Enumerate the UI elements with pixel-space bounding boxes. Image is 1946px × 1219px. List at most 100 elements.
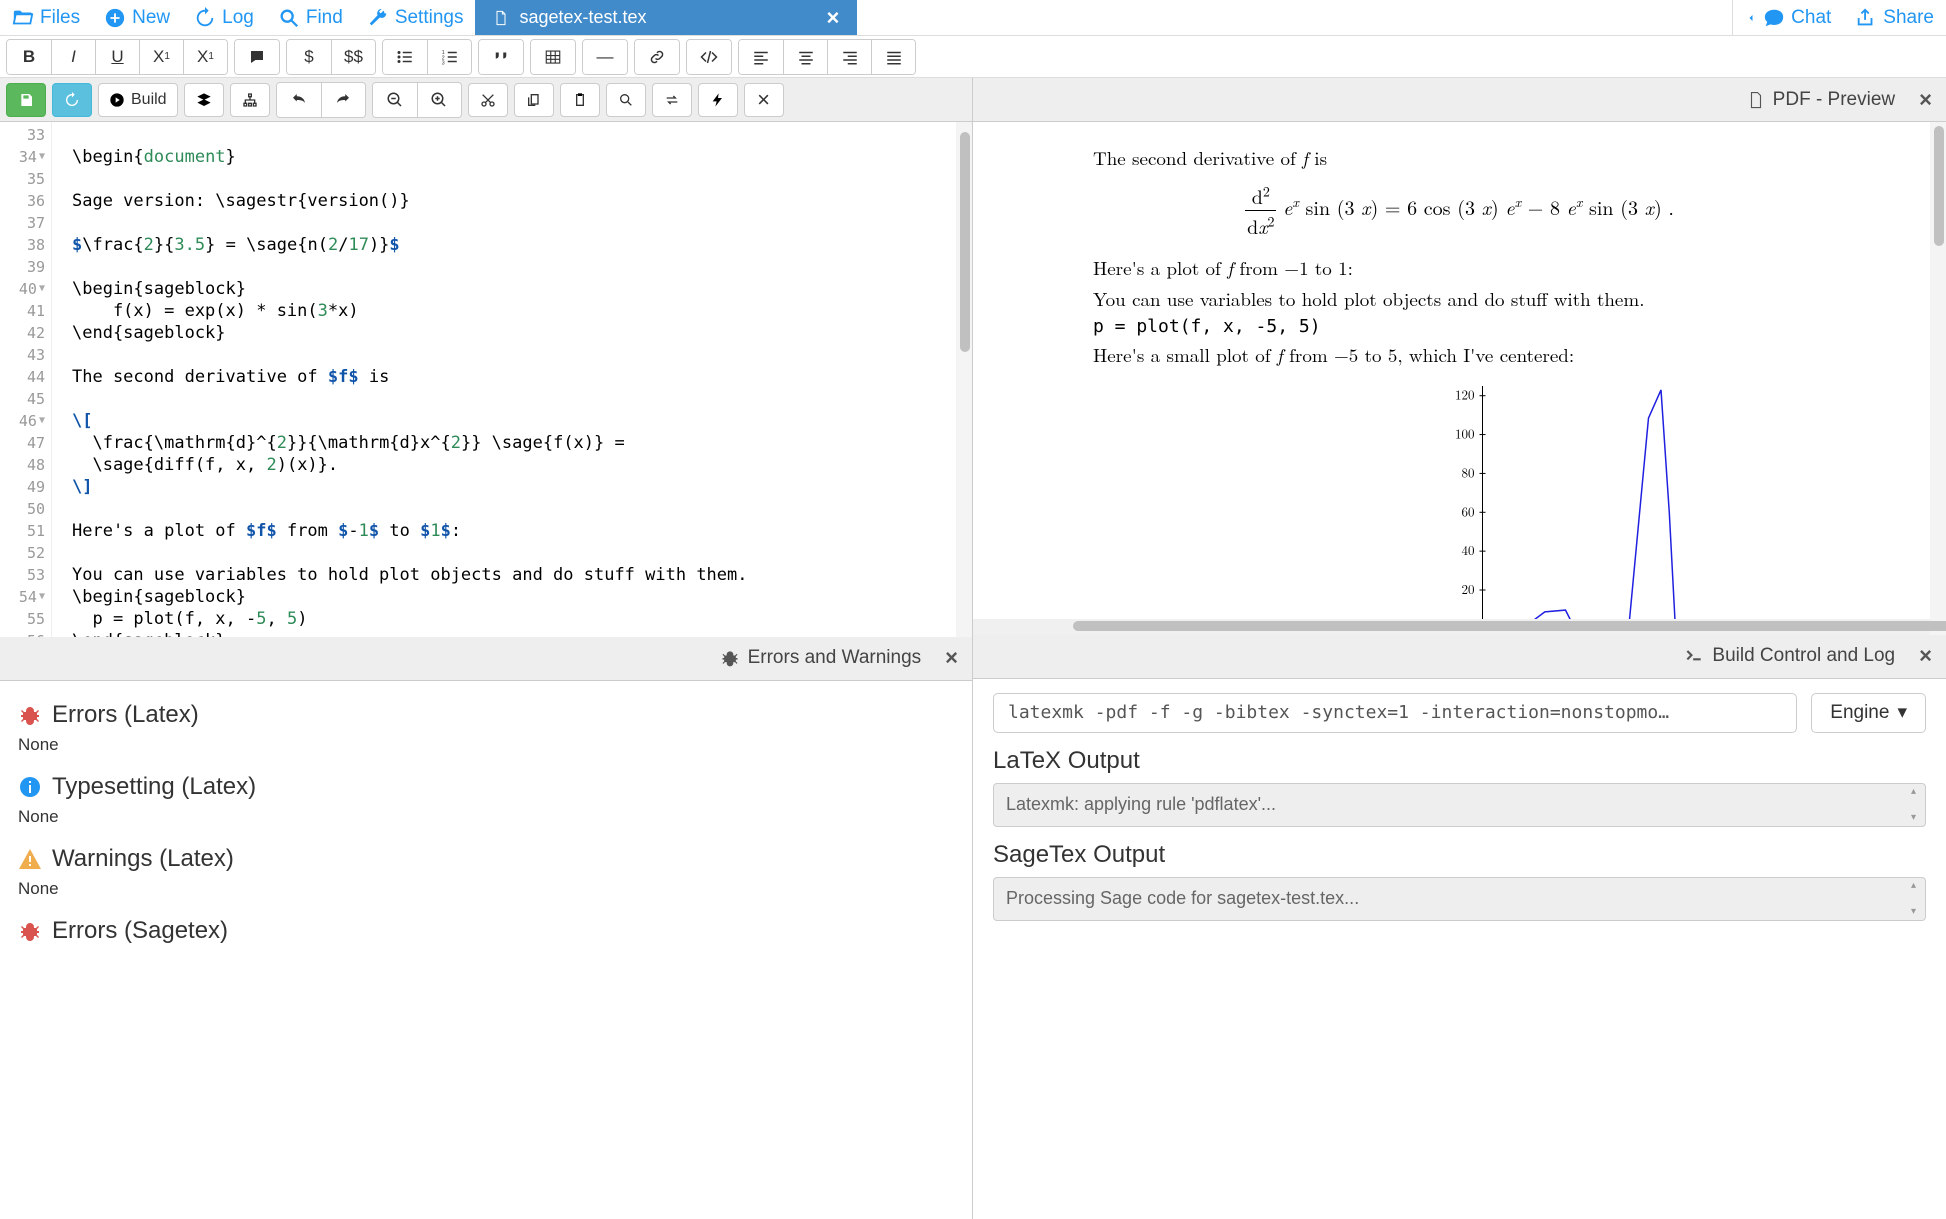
log-link[interactable]: Log	[182, 0, 266, 35]
terminal-icon	[1684, 646, 1704, 666]
save-button[interactable]	[6, 83, 46, 117]
code-button[interactable]	[687, 40, 731, 74]
preview-title: PDF - Preview	[1773, 89, 1895, 111]
files-link[interactable]: Files	[0, 0, 92, 35]
display-math-button[interactable]: $$	[331, 40, 375, 74]
undo-button[interactable]	[277, 83, 321, 117]
sync-button[interactable]	[652, 83, 692, 117]
subscript-button[interactable]: X1	[139, 40, 183, 74]
preview-text: You can use variables to hold plot objec…	[1093, 285, 1826, 312]
tab-filename: sagetex-test.tex	[519, 7, 646, 28]
align-justify-button[interactable]	[871, 40, 915, 74]
ordered-list-button[interactable]: 123	[427, 40, 471, 74]
list-ol-icon: 123	[441, 48, 459, 66]
preview-vscrollbar[interactable]	[1930, 122, 1946, 635]
superscript-button[interactable]: X1	[183, 40, 227, 74]
engine-dropdown[interactable]: Engine▾	[1811, 693, 1926, 733]
build-button[interactable]: Build	[98, 83, 178, 117]
preview-text: from −5 to 5, which I've centered:	[1283, 341, 1574, 368]
zoom-out-button[interactable]	[373, 83, 417, 117]
inline-math-button[interactable]: $	[287, 40, 331, 74]
exchange-icon	[664, 92, 680, 108]
errors-panel-header: Errors and Warnings ×	[0, 637, 972, 681]
top-bar: Files New Log Find Settings sagetex-test…	[0, 0, 1946, 36]
preview-text: is	[1308, 144, 1327, 171]
pdf-preview[interactable]: The second derivative of f is d2dx2 ex s…	[973, 122, 1946, 635]
preview-close-icon[interactable]: ×	[1919, 87, 1932, 113]
caret-down-icon: ▾	[1897, 701, 1907, 724]
redo-button[interactable]	[321, 83, 365, 117]
build-label: Build	[131, 91, 167, 109]
settings-link[interactable]: Settings	[355, 0, 476, 35]
build-command-input[interactable]	[993, 693, 1797, 733]
chat-label: Chat	[1791, 7, 1831, 29]
share-label: Share	[1883, 7, 1934, 29]
copy-button[interactable]	[514, 83, 554, 117]
find-link[interactable]: Find	[266, 0, 355, 35]
editor-scrollbar[interactable]	[956, 122, 972, 637]
align-right-button[interactable]	[827, 40, 871, 74]
zoom-out-icon	[386, 91, 404, 109]
new-link[interactable]: New	[92, 0, 182, 35]
unordered-list-button[interactable]	[383, 40, 427, 74]
preview-header: PDF - Preview ×	[973, 78, 1946, 122]
editor-action-toolbar: Build ×	[0, 78, 972, 122]
share-link[interactable]: Share	[1843, 0, 1946, 35]
bold-button[interactable]: B	[7, 40, 51, 74]
latex-output-box[interactable]: Latexmk: applying rule 'pdflatex'...▴▾	[993, 783, 1926, 827]
tree-button[interactable]	[230, 83, 270, 117]
quote-icon	[492, 48, 510, 66]
sagetex-output-heading: SageTex Output	[993, 841, 1926, 869]
timetravel-button[interactable]	[52, 83, 92, 117]
cut-icon	[480, 92, 496, 108]
preview-hscrollbar[interactable]	[973, 619, 1930, 635]
svg-text:80: 80	[1461, 462, 1474, 481]
svg-text:3: 3	[441, 60, 444, 66]
search-button[interactable]	[606, 83, 646, 117]
paste-icon	[572, 92, 588, 108]
zoom-in-button[interactable]	[417, 83, 461, 117]
code-editor[interactable]: 3334▼353637383940▼414243444546▼474849505…	[0, 122, 972, 637]
zoom-in-icon	[430, 91, 448, 109]
svg-text:40: 40	[1461, 540, 1474, 559]
align-center-button[interactable]	[783, 40, 827, 74]
code-area[interactable]: \begin{document}Sage version: \sagestr{v…	[52, 122, 972, 637]
quote-button[interactable]	[479, 40, 523, 74]
redo-icon	[334, 91, 352, 109]
align-left-button[interactable]	[739, 40, 783, 74]
hr-button[interactable]: —	[583, 40, 627, 74]
search-icon	[618, 92, 634, 108]
align-center-icon	[797, 48, 815, 66]
sagetex-output-box[interactable]: Processing Sage code for sagetex-test.te…	[993, 877, 1926, 921]
errors-panel: Errors (Latex)NoneTypesetting (Latex)Non…	[0, 681, 972, 1219]
svg-text:100: 100	[1455, 424, 1475, 443]
align-left-icon	[752, 48, 770, 66]
link-button[interactable]	[635, 40, 679, 74]
comment-icon	[248, 48, 266, 66]
search-icon	[278, 7, 300, 29]
cut-button[interactable]	[468, 83, 508, 117]
file-icon	[493, 10, 509, 26]
bolt-button[interactable]	[698, 83, 738, 117]
line-gutter: 3334▼353637383940▼414243444546▼474849505…	[0, 122, 52, 637]
link-icon	[648, 48, 666, 66]
close-editor-button[interactable]: ×	[744, 83, 784, 117]
build-panel: Engine▾ LaTeX Output Latexmk: applying r…	[973, 679, 1946, 1219]
list-ul-icon	[396, 48, 414, 66]
underline-button[interactable]: U	[95, 40, 139, 74]
wrench-icon	[367, 7, 389, 29]
errors-panel-close-icon[interactable]: ×	[945, 645, 958, 671]
table-button[interactable]	[531, 40, 575, 74]
tab-close-icon[interactable]: ×	[827, 5, 840, 31]
build-panel-close-icon[interactable]: ×	[1919, 643, 1932, 669]
svg-text:20: 20	[1461, 579, 1474, 598]
layers-button[interactable]	[184, 83, 224, 117]
italic-button[interactable]: I	[51, 40, 95, 74]
paste-button[interactable]	[560, 83, 600, 117]
comment-button[interactable]	[235, 40, 279, 74]
file-tab[interactable]: sagetex-test.tex ×	[475, 0, 857, 35]
chat-link[interactable]: Chat	[1733, 0, 1843, 35]
main-area: Build × 3334▼353637383940▼414243444546▼4…	[0, 78, 1946, 1219]
plus-circle-icon	[104, 7, 126, 29]
build-panel-header: Build Control and Log ×	[973, 635, 1946, 679]
